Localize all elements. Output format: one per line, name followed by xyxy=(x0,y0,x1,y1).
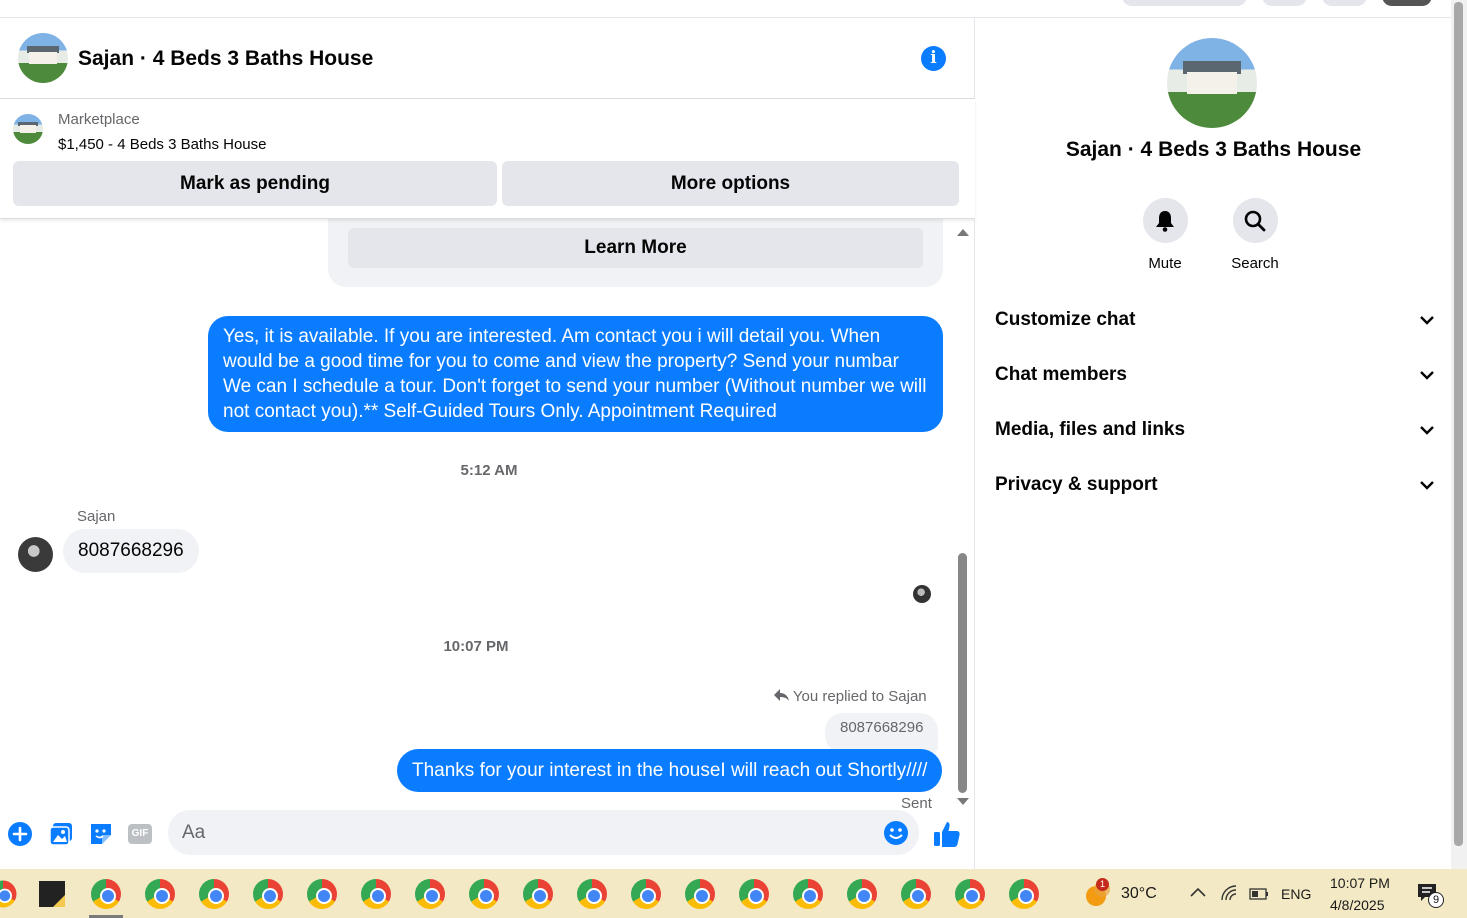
conversation-info-panel: Sajan · 4 Beds 3 Baths House Mute Search… xyxy=(976,18,1451,869)
message-status: Sent xyxy=(901,795,932,809)
chrome-icon[interactable] xyxy=(629,877,663,911)
chevron-down-icon xyxy=(1419,465,1435,520)
scroll-up-arrow[interactable] xyxy=(957,229,969,236)
chrome-icon[interactable] xyxy=(575,877,609,911)
quoted-message[interactable]: 8087668296 xyxy=(825,713,939,753)
sticky-notes-icon[interactable] xyxy=(35,877,69,911)
top-nav-pill[interactable] xyxy=(1122,0,1247,6)
mute-label: Mute xyxy=(1148,255,1182,272)
notification-count: 9 xyxy=(1428,892,1444,908)
info-icon[interactable]: i xyxy=(921,46,946,71)
search-button[interactable]: Search xyxy=(1220,198,1290,272)
gif-label: GIF xyxy=(131,828,149,839)
chrome-icon[interactable] xyxy=(845,877,879,911)
chevron-down-icon xyxy=(1419,410,1435,465)
app-icon[interactable] xyxy=(0,877,20,911)
scroll-down-arrow[interactable] xyxy=(957,798,969,805)
listing-banner: Marketplace $1,450 - 4 Beds 3 Baths Hous… xyxy=(0,99,975,219)
page-scroll-thumb[interactable] xyxy=(1454,2,1463,846)
top-navigation-bar xyxy=(0,0,1467,18)
chat-title[interactable]: Sajan · 4 Beds 3 Baths House xyxy=(78,47,373,71)
reply-icon xyxy=(774,688,793,705)
chrome-icon[interactable] xyxy=(1007,877,1041,911)
gif-icon[interactable]: GIF xyxy=(127,821,153,847)
chrome-icon[interactable] xyxy=(899,877,933,911)
listing-price-title[interactable]: $1,450 - 4 Beds 3 Baths House xyxy=(58,136,266,153)
section-privacy-support[interactable]: Privacy & support xyxy=(995,465,1435,505)
chrome-icon[interactable] xyxy=(467,877,501,911)
message-input[interactable] xyxy=(182,810,872,855)
message-list: Learn More Yes, it is available. If you … xyxy=(0,219,975,809)
chrome-icon[interactable] xyxy=(197,877,231,911)
thumbs-up-icon[interactable] xyxy=(932,819,962,849)
clock-time[interactable]: 10:07 PM xyxy=(1330,875,1390,891)
language-indicator[interactable]: ENG xyxy=(1281,886,1311,902)
reply-label: You replied to Sajan xyxy=(792,688,927,705)
conversation-title: Sajan · 4 Beds 3 Baths House xyxy=(1065,138,1362,161)
top-nav-messenger-button[interactable] xyxy=(1322,0,1367,6)
sticker-icon[interactable] xyxy=(88,821,114,847)
top-nav-menu-button[interactable] xyxy=(1262,0,1307,6)
plus-icon[interactable] xyxy=(7,821,33,847)
chat-header: Sajan · 4 Beds 3 Baths House i xyxy=(0,18,975,99)
chrome-icon[interactable] xyxy=(143,877,177,911)
notification-icon[interactable]: 9 xyxy=(1416,882,1444,909)
chrome-icon[interactable] xyxy=(251,877,285,911)
mute-button[interactable]: Mute xyxy=(1130,198,1200,272)
battery-icon[interactable] xyxy=(1249,887,1269,905)
section-customize-chat[interactable]: Customize chat xyxy=(995,300,1435,340)
temperature[interactable]: 30°C xyxy=(1121,885,1157,903)
chrome-icon[interactable] xyxy=(89,877,123,911)
timestamp: 10:07 PM xyxy=(443,638,509,655)
bell-icon[interactable] xyxy=(1142,198,1188,243)
sender-name: Sajan xyxy=(77,508,116,525)
chevron-down-icon xyxy=(1419,355,1435,410)
chrome-icon[interactable] xyxy=(359,877,393,911)
chrome-icon[interactable] xyxy=(413,877,447,911)
chevron-down-icon xyxy=(1419,300,1435,355)
chrome-icon[interactable] xyxy=(521,877,555,911)
listing-card: Learn More xyxy=(328,219,943,287)
chrome-icon[interactable] xyxy=(737,877,771,911)
message-composer: GIF xyxy=(0,809,975,869)
chat-pane: Sajan · 4 Beds 3 Baths House i Marketpla… xyxy=(0,18,975,869)
emoji-icon[interactable] xyxy=(883,820,909,851)
chrome-icon[interactable] xyxy=(683,877,717,911)
scroll-thumb[interactable] xyxy=(958,553,967,793)
timestamp: 5:12 AM xyxy=(460,462,518,479)
section-chat-members[interactable]: Chat members xyxy=(995,355,1435,395)
listing-thumbnail[interactable] xyxy=(13,114,43,144)
seen-indicator-avatar xyxy=(913,585,931,603)
outgoing-message[interactable]: Yes, it is available. If you are interes… xyxy=(208,316,943,432)
mark-as-pending-button[interactable]: Mark as pending xyxy=(13,161,497,206)
listing-source: Marketplace xyxy=(58,111,140,128)
profile-avatar[interactable] xyxy=(1382,0,1432,6)
search-icon[interactable] xyxy=(1232,198,1278,243)
chat-scrollbar[interactable] xyxy=(955,219,970,809)
sender-avatar[interactable] xyxy=(18,537,53,572)
reply-indicator: You replied to Sajan xyxy=(774,688,927,705)
photo-icon[interactable] xyxy=(48,821,74,847)
chrome-icon[interactable] xyxy=(305,877,339,911)
page-scrollbar[interactable] xyxy=(1451,0,1467,869)
outgoing-message[interactable]: Thanks for your interest in the houseI w… xyxy=(397,749,943,792)
clock-date[interactable]: 4/8/2025 xyxy=(1330,897,1385,913)
wifi-icon[interactable] xyxy=(1220,885,1238,906)
windows-taskbar: 1 30°C ENG 10:07 PM 4/8/2025 9 xyxy=(0,869,1467,918)
weather-badge: 1 xyxy=(1096,878,1109,891)
chevron-up-icon[interactable] xyxy=(1189,885,1207,904)
listing-avatar[interactable] xyxy=(18,33,68,83)
weather-icon[interactable]: 1 xyxy=(1082,878,1112,909)
search-label: Search xyxy=(1231,255,1279,272)
chrome-icon[interactable] xyxy=(791,877,825,911)
chrome-icon[interactable] xyxy=(953,877,987,911)
learn-more-button[interactable]: Learn More xyxy=(348,228,923,268)
conversation-avatar[interactable] xyxy=(1167,38,1257,128)
more-options-button[interactable]: More options xyxy=(502,161,959,206)
section-media-files-links[interactable]: Media, files and links xyxy=(995,410,1435,450)
message-input-box[interactable] xyxy=(168,810,919,855)
incoming-message[interactable]: 8087668296 xyxy=(63,529,199,573)
